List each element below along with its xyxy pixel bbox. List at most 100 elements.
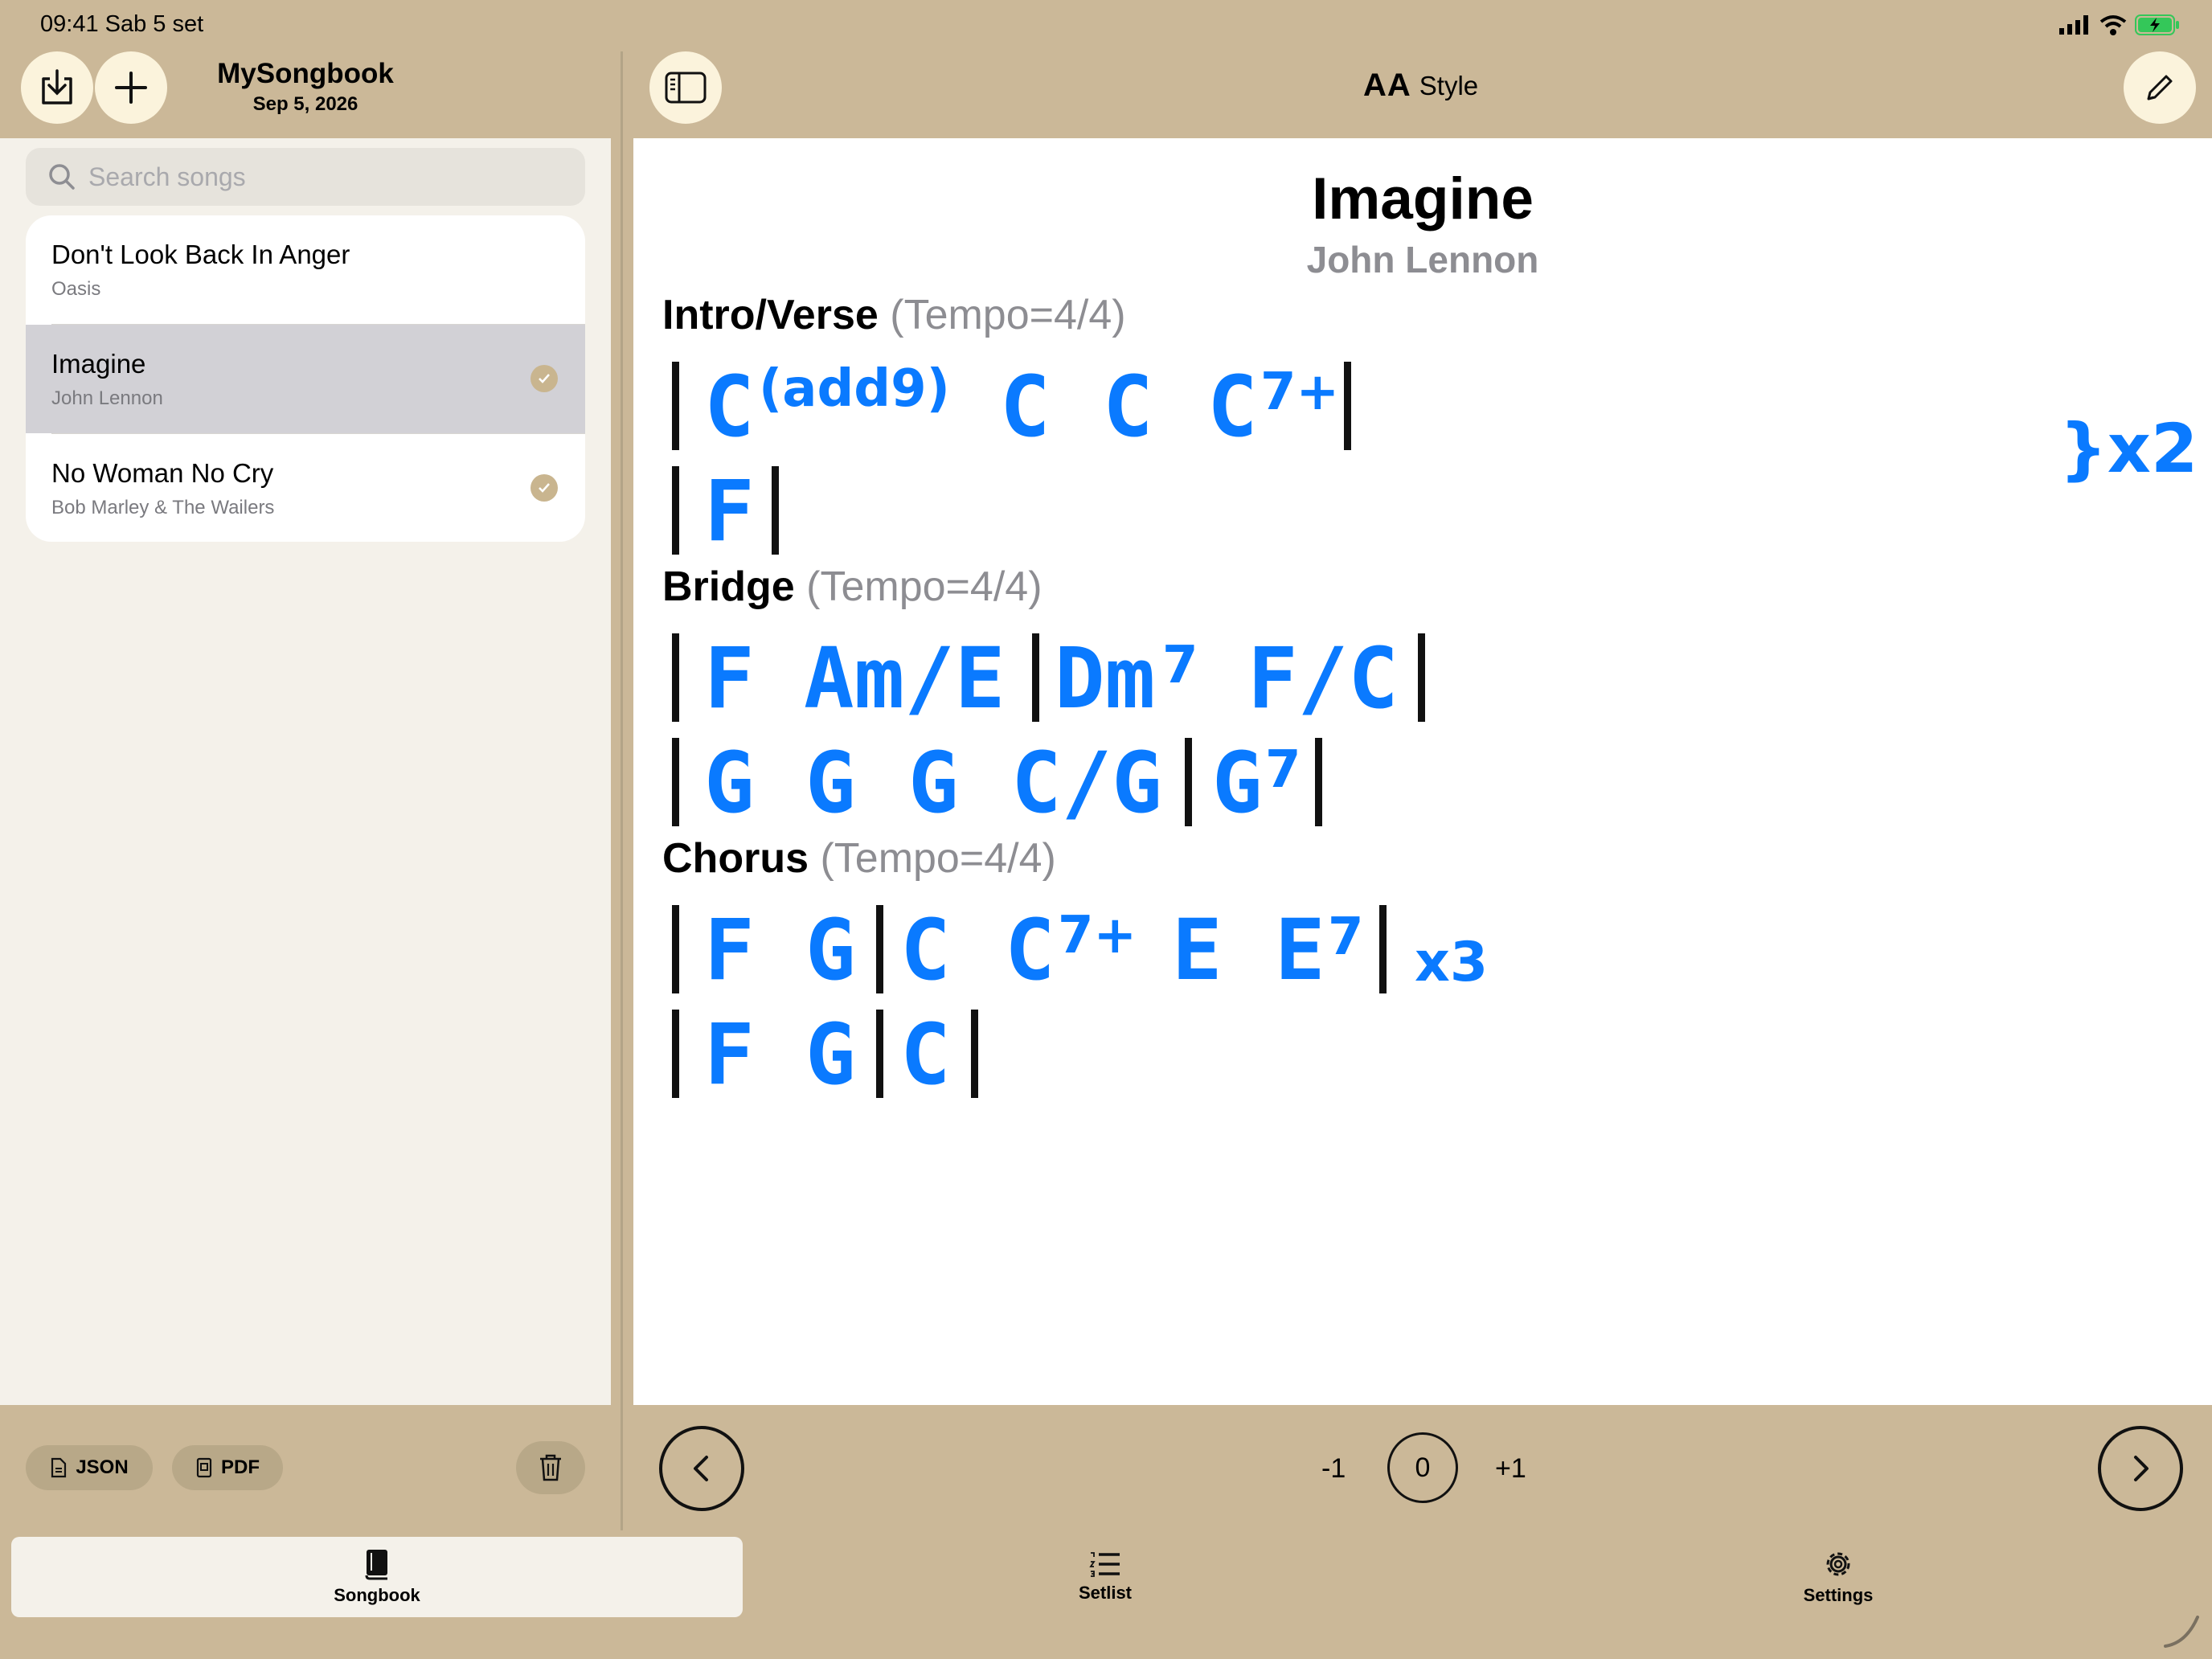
style-label: Style: [1419, 70, 1479, 100]
tab-songbook-label: Songbook: [334, 1585, 420, 1605]
pdf-document-icon: [196, 1457, 212, 1478]
transpose-down-button[interactable]: -1: [1321, 1453, 1346, 1485]
chord-extension: 7: [1265, 740, 1301, 800]
chord: C: [1000, 358, 1051, 456]
chord-extension: 7+: [1058, 906, 1137, 965]
chord: G: [908, 734, 959, 832]
chord: G: [704, 734, 755, 832]
section-name: Chorus: [662, 835, 809, 882]
tab-songbook[interactable]: Songbook: [11, 1537, 743, 1617]
delete-button[interactable]: [516, 1441, 585, 1494]
battery-charging-icon: [2135, 14, 2179, 35]
chord: G: [1212, 734, 1263, 832]
chord: C: [1207, 358, 1258, 456]
export-pdf-button[interactable]: PDF: [172, 1445, 283, 1490]
tab-settings-label: Settings: [1803, 1585, 1874, 1605]
bar-line: [672, 362, 679, 450]
chord: Dm: [1055, 629, 1156, 727]
checkmark-icon: [530, 365, 558, 392]
chord: C: [900, 1006, 951, 1104]
bar-line: [772, 466, 779, 555]
bar-line: [1315, 738, 1322, 826]
chord: E: [1172, 901, 1223, 999]
song-row-artist: Oasis: [51, 278, 101, 300]
chevron-right-icon: [2134, 1456, 2149, 1481]
chord: Am/E: [804, 629, 1006, 727]
chord: C: [900, 901, 951, 999]
song-row-artist: Bob Marley & The Wailers: [51, 497, 275, 518]
song-title: Imagine: [1312, 166, 1534, 231]
chord: G: [805, 901, 856, 999]
cellular-signal-icon: [2059, 15, 2088, 35]
pencil-icon: [2147, 75, 2173, 100]
chord: F: [704, 629, 755, 727]
toggle-sidebar-button[interactable]: [649, 51, 722, 124]
app-date: Sep 5, 2026: [252, 93, 358, 115]
chord: C: [1103, 358, 1153, 456]
document-icon: [51, 1457, 67, 1478]
chevron-left-icon: [694, 1456, 708, 1481]
bar-line: [672, 738, 679, 826]
song-row-title: Imagine: [51, 349, 146, 379]
gear-icon: [1826, 1552, 1850, 1576]
section-tempo: (Tempo=4/4): [890, 292, 1126, 338]
bar-line: [876, 905, 883, 993]
chord: E: [1275, 901, 1325, 999]
bar-line: [1418, 633, 1425, 722]
export-json-button[interactable]: JSON: [26, 1445, 153, 1490]
previous-song-button[interactable]: [659, 1426, 744, 1511]
section-tempo: (Tempo=4/4): [820, 835, 1056, 882]
export-pdf-label: PDF: [221, 1456, 260, 1478]
bar-line: [1379, 905, 1387, 993]
song-artist: John Lennon: [1306, 239, 1539, 281]
chord: C/G: [1011, 734, 1162, 832]
tab-setlist[interactable]: Setlist: [739, 1537, 1471, 1617]
import-icon: [42, 69, 72, 104]
search-icon: [49, 164, 75, 190]
bar-line: [1032, 633, 1039, 722]
repeat-count: x3: [1415, 931, 1489, 994]
transpose-value[interactable]: 0: [1387, 1432, 1458, 1503]
song-row-selected[interactable]: Imagine John Lennon: [26, 325, 585, 433]
tab-setlist-label: Setlist: [1078, 1583, 1133, 1603]
app-title: MySongbook: [217, 58, 394, 89]
section-tempo: (Tempo=4/4): [806, 563, 1043, 610]
chord: F: [704, 1006, 755, 1104]
bar-line: [672, 905, 679, 993]
chord-extension: 7: [1328, 907, 1364, 967]
split-divider[interactable]: [621, 51, 623, 1530]
trash-icon: [540, 1454, 561, 1481]
plus-icon: [115, 72, 147, 104]
bar-line: [672, 466, 679, 555]
book-icon: [365, 1550, 387, 1580]
song-row[interactable]: No Woman No Cry Bob Marley & The Wailers: [26, 434, 585, 542]
song-row-artist: John Lennon: [51, 387, 163, 409]
checkmark-icon: [530, 474, 558, 502]
edit-button[interactable]: [2124, 51, 2196, 124]
transpose-up-button[interactable]: +1: [1495, 1453, 1526, 1485]
chord-extension: 7+: [1260, 363, 1340, 422]
search-field[interactable]: Search songs: [26, 148, 585, 206]
chord: C: [1005, 901, 1055, 999]
add-song-button[interactable]: [95, 51, 167, 124]
bar-line: [672, 1010, 679, 1098]
chord: F: [704, 462, 755, 560]
style-button[interactable]: AA Style: [1363, 68, 1478, 104]
export-json-label: JSON: [76, 1456, 129, 1478]
status-time: 09:41 Sab 5 set: [40, 11, 204, 37]
sidebar-icon: [665, 72, 707, 104]
song-row-title: Don't Look Back In Anger: [51, 240, 350, 269]
repeat-marker: }x2: [2059, 409, 2198, 488]
chord: C: [704, 358, 755, 456]
chord: G: [805, 734, 856, 832]
resize-grabber-icon[interactable]: [2162, 1611, 2202, 1651]
tab-settings[interactable]: Settings: [1473, 1537, 2204, 1617]
import-button[interactable]: [21, 51, 93, 124]
search-input[interactable]: Search songs: [88, 162, 246, 192]
chord-extension: (add9): [759, 359, 950, 419]
song-list: Don't Look Back In Anger Oasis Imagine J…: [26, 215, 585, 542]
bar-line: [1344, 362, 1351, 450]
song-row[interactable]: Don't Look Back In Anger Oasis: [26, 215, 585, 324]
next-song-button[interactable]: [2098, 1426, 2183, 1511]
section-name: Bridge: [662, 563, 795, 610]
